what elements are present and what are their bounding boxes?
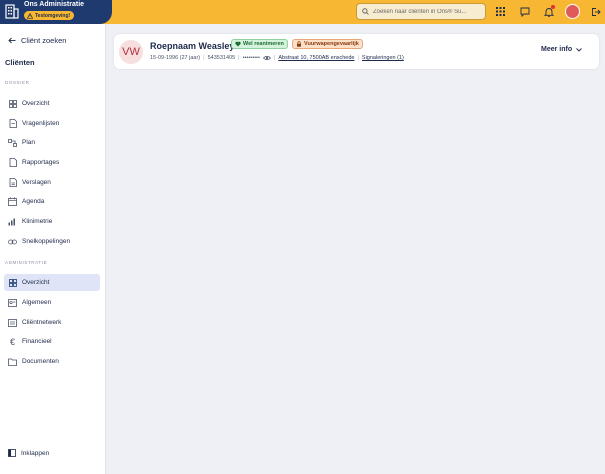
sidebar-item-label: Algemeen <box>22 299 52 306</box>
search-input[interactable] <box>373 8 485 15</box>
sidebar-item-label: Vragenlijsten <box>22 120 60 127</box>
section-label-dossier: DOSSIER <box>5 80 30 85</box>
id-card-icon <box>8 298 17 307</box>
top-bar: Ons Administratie Testomgeving! <box>0 0 605 24</box>
sidebar-item-verslagen[interactable]: Verslagen <box>4 174 100 191</box>
client-meta: 15-09-1996 (27 jaar) | 543531405 | •••••… <box>150 55 404 61</box>
separator: | <box>203 55 205 61</box>
messages-button[interactable] <box>518 5 531 18</box>
warning-icon <box>27 12 33 19</box>
sidebar-item-label: Agenda <box>22 198 45 205</box>
sidebar-item-label: Verslagen <box>22 179 51 186</box>
sidebar-item-label: Financieel <box>22 338 52 345</box>
collapse-sidebar-button[interactable]: Inklappen <box>4 449 49 457</box>
chart-icon <box>8 217 17 226</box>
collapse-panel-icon <box>8 449 16 457</box>
more-info-label: Meer info <box>541 46 573 53</box>
back-to-client-search[interactable]: Cliënt zoeken <box>8 36 66 45</box>
euro-icon: € <box>9 336 15 347</box>
logout-icon <box>591 7 601 16</box>
sidebar-item-snelkoppelingen[interactable]: Snelkoppelingen <box>4 233 100 250</box>
notifications-button[interactable] <box>542 5 555 18</box>
resuscitation-tag[interactable]: Wel reanimeren <box>231 39 288 49</box>
firearm-danger-tag-label: Vuurwapengevaarlijk <box>304 41 359 47</box>
sidebar-item-dossier-overzicht[interactable]: Overzicht <box>4 95 100 112</box>
sidebar-item-label: Documenten <box>22 358 59 365</box>
sidebar-item-clientnetwerk[interactable]: Cliëntnetwerk <box>4 314 100 331</box>
more-info-button[interactable]: Meer info <box>541 46 582 53</box>
sidebar-item-label: Overzicht <box>22 100 50 107</box>
sidebar-item-agenda[interactable]: Agenda <box>4 193 100 210</box>
back-label: Cliënt zoeken <box>21 36 67 45</box>
apps-button[interactable] <box>494 5 507 18</box>
apps-grid-icon <box>496 7 505 16</box>
section-label-administratie: ADMINISTRATIE <box>5 260 48 265</box>
calendar-icon <box>8 197 17 206</box>
sidebar: Cliënt zoeken Cliënten DOSSIER Overzicht… <box>0 24 106 474</box>
lock-icon <box>297 41 301 47</box>
link-icon <box>8 237 17 246</box>
building-logo-icon <box>5 4 19 19</box>
separator: | <box>357 55 359 61</box>
sidebar-heading: Cliënten <box>5 58 35 67</box>
separator: | <box>238 55 240 61</box>
sidebar-item-algemeen[interactable]: Algemeen <box>4 294 100 311</box>
client-name: Roepnaam Weasley <box>150 41 235 51</box>
arrow-left-icon <box>8 37 16 44</box>
sidebar-item-plan[interactable]: Plan <box>4 134 100 151</box>
firearm-danger-tag[interactable]: Vuurwapengevaarlijk <box>292 39 363 49</box>
chat-icon <box>520 7 529 17</box>
environment-label: Testomgeving! <box>35 12 71 19</box>
sidebar-item-financieel[interactable]: € Financieel <box>4 333 100 350</box>
logout-button[interactable] <box>589 5 602 18</box>
separator: | <box>273 55 276 61</box>
sidebar-item-administratie-overzicht[interactable]: Overzicht <box>4 274 100 291</box>
client-search[interactable] <box>356 3 486 20</box>
form-icon <box>8 119 17 128</box>
grid-icon <box>8 278 17 287</box>
environment-badge: Testomgeving! <box>24 11 75 20</box>
client-avatar: VW <box>119 40 143 64</box>
search-icon <box>362 8 369 15</box>
client-number: 543531405 <box>207 55 236 61</box>
address-link[interactable]: Abstraat 10, 7500AB enschede <box>278 55 354 61</box>
collapse-label: Inklappen <box>21 449 50 457</box>
report-icon <box>8 158 17 167</box>
app-title: Ons Administratie <box>24 1 85 8</box>
network-icon <box>8 318 17 327</box>
grid-icon <box>8 99 17 108</box>
birth-date: 15-09-1996 (27 jaar) <box>150 55 201 61</box>
document-icon <box>8 178 17 187</box>
notification-dot <box>551 5 555 9</box>
folder-icon <box>8 357 17 366</box>
sidebar-item-label: Snelkoppelingen <box>22 238 71 245</box>
masked-bsn: ••••••••• <box>242 55 260 61</box>
sidebar-item-rapportages[interactable]: Rapportages <box>4 154 100 171</box>
chevron-down-icon <box>576 47 582 52</box>
brand-panel[interactable]: Ons Administratie Testomgeving! <box>0 0 112 24</box>
sidebar-item-label: Klinimetrie <box>22 218 53 225</box>
sidebar-item-label: Rapportages <box>22 159 60 166</box>
user-avatar[interactable] <box>565 4 580 19</box>
resuscitation-tag-label: Wel reanimeren <box>243 41 284 47</box>
signals-link[interactable]: Signaleringen (1) <box>362 55 404 61</box>
heart-icon <box>235 41 241 47</box>
sidebar-item-vragenlijsten[interactable]: Vragenlijsten <box>4 115 100 132</box>
client-header-card: VW Roepnaam Weasley Wel reanimeren Vuurw… <box>114 34 599 69</box>
plan-icon <box>8 138 17 147</box>
sidebar-item-label: Plan <box>22 139 36 146</box>
eye-icon[interactable] <box>262 55 271 61</box>
sidebar-item-label: Overzicht <box>22 279 50 286</box>
sidebar-item-klinimetrie[interactable]: Klinimetrie <box>4 213 100 230</box>
sidebar-item-documenten[interactable]: Documenten <box>4 353 100 370</box>
sidebar-item-label: Cliëntnetwerk <box>22 319 62 326</box>
